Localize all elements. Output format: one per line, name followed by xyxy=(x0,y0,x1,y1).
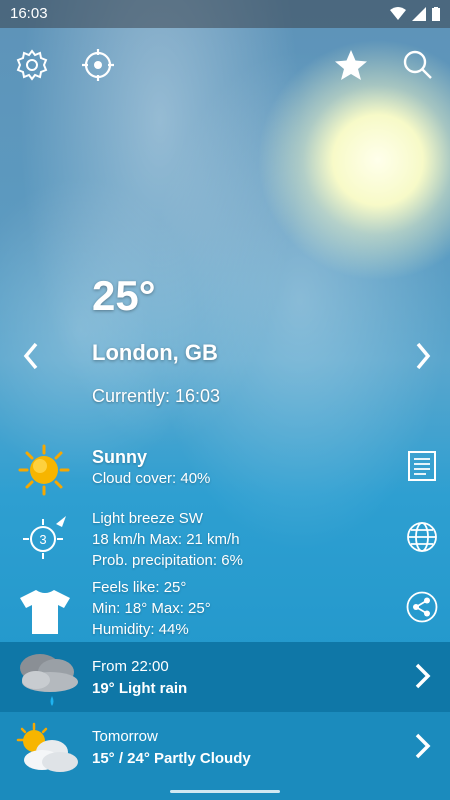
globe-icon xyxy=(407,522,437,552)
status-icons xyxy=(390,7,440,21)
wind-title: Light breeze SW xyxy=(92,510,203,527)
document-icon xyxy=(408,451,436,481)
navigation-bar xyxy=(0,782,450,800)
chevron-right-icon xyxy=(415,663,431,689)
status-time: 16:03 xyxy=(10,5,48,22)
location-button[interactable] xyxy=(80,47,116,83)
current-time-label: Currently: 16:03 xyxy=(92,386,221,406)
settings-button[interactable] xyxy=(14,47,50,83)
share-button[interactable] xyxy=(406,591,438,623)
feels-like-block: Feels like: 25° Min: 18° Max: 25° Humidi… xyxy=(92,577,211,640)
min-max-label: Min: 18° Max: 25° xyxy=(92,600,211,617)
partly-cloudy-icon xyxy=(14,722,80,779)
battery-icon xyxy=(432,7,440,21)
chevron-right-icon xyxy=(416,342,431,370)
forecast-day: Tomorrow xyxy=(92,728,158,745)
crosshair-icon xyxy=(82,49,114,81)
wind-block: Light breeze SW 18 km/h Max: 21 km/h Pro… xyxy=(92,508,243,571)
details-button[interactable] xyxy=(406,450,438,482)
current-temperature: 25° xyxy=(92,272,156,319)
cloud-cover-label: Cloud cover: 40% xyxy=(92,470,211,487)
forecast-time: From 22:00 xyxy=(92,658,169,675)
search-button[interactable] xyxy=(400,47,436,83)
condition-label: Sunny xyxy=(92,447,148,467)
feels-like-label: Feels like: 25° xyxy=(92,579,187,596)
next-location-button[interactable] xyxy=(410,340,434,372)
chevron-left-icon xyxy=(23,342,38,370)
precipitation-probability: Prob. precipitation: 6% xyxy=(92,552,243,569)
wind-direction-icon: 3 xyxy=(18,512,72,571)
chevron-right-icon xyxy=(415,733,431,759)
sunny-icon xyxy=(18,444,70,501)
home-gesture-handle[interactable] xyxy=(170,790,280,793)
wind-force-value: 3 xyxy=(39,532,46,547)
city-name: London, GB xyxy=(92,340,218,365)
search-icon xyxy=(403,50,432,79)
wind-speed: 18 km/h Max: 21 km/h xyxy=(92,531,240,548)
share-icon xyxy=(406,591,438,623)
condition-block: Sunny Cloud cover: 40% xyxy=(92,447,210,489)
rain-cloud-icon xyxy=(10,646,82,713)
tshirt-icon xyxy=(18,588,72,641)
forecast-summary: 15° / 24° Partly Cloudy xyxy=(92,750,251,767)
favorite-button[interactable] xyxy=(333,47,369,83)
star-icon xyxy=(335,50,367,80)
forecast-row[interactable]: From 22:00 19° Light rain xyxy=(0,642,450,712)
forecast-row[interactable]: Tomorrow 15° / 24° Partly Cloudy xyxy=(0,712,450,782)
previous-location-button[interactable] xyxy=(20,340,44,372)
status-bar: 16:03 xyxy=(0,0,450,28)
wifi-icon xyxy=(390,7,406,20)
signal-icon xyxy=(412,7,426,21)
gear-icon xyxy=(16,49,48,81)
forecast-summary: 19° Light rain xyxy=(92,680,188,697)
humidity-label: Humidity: 44% xyxy=(92,621,189,638)
map-button[interactable] xyxy=(406,521,438,553)
